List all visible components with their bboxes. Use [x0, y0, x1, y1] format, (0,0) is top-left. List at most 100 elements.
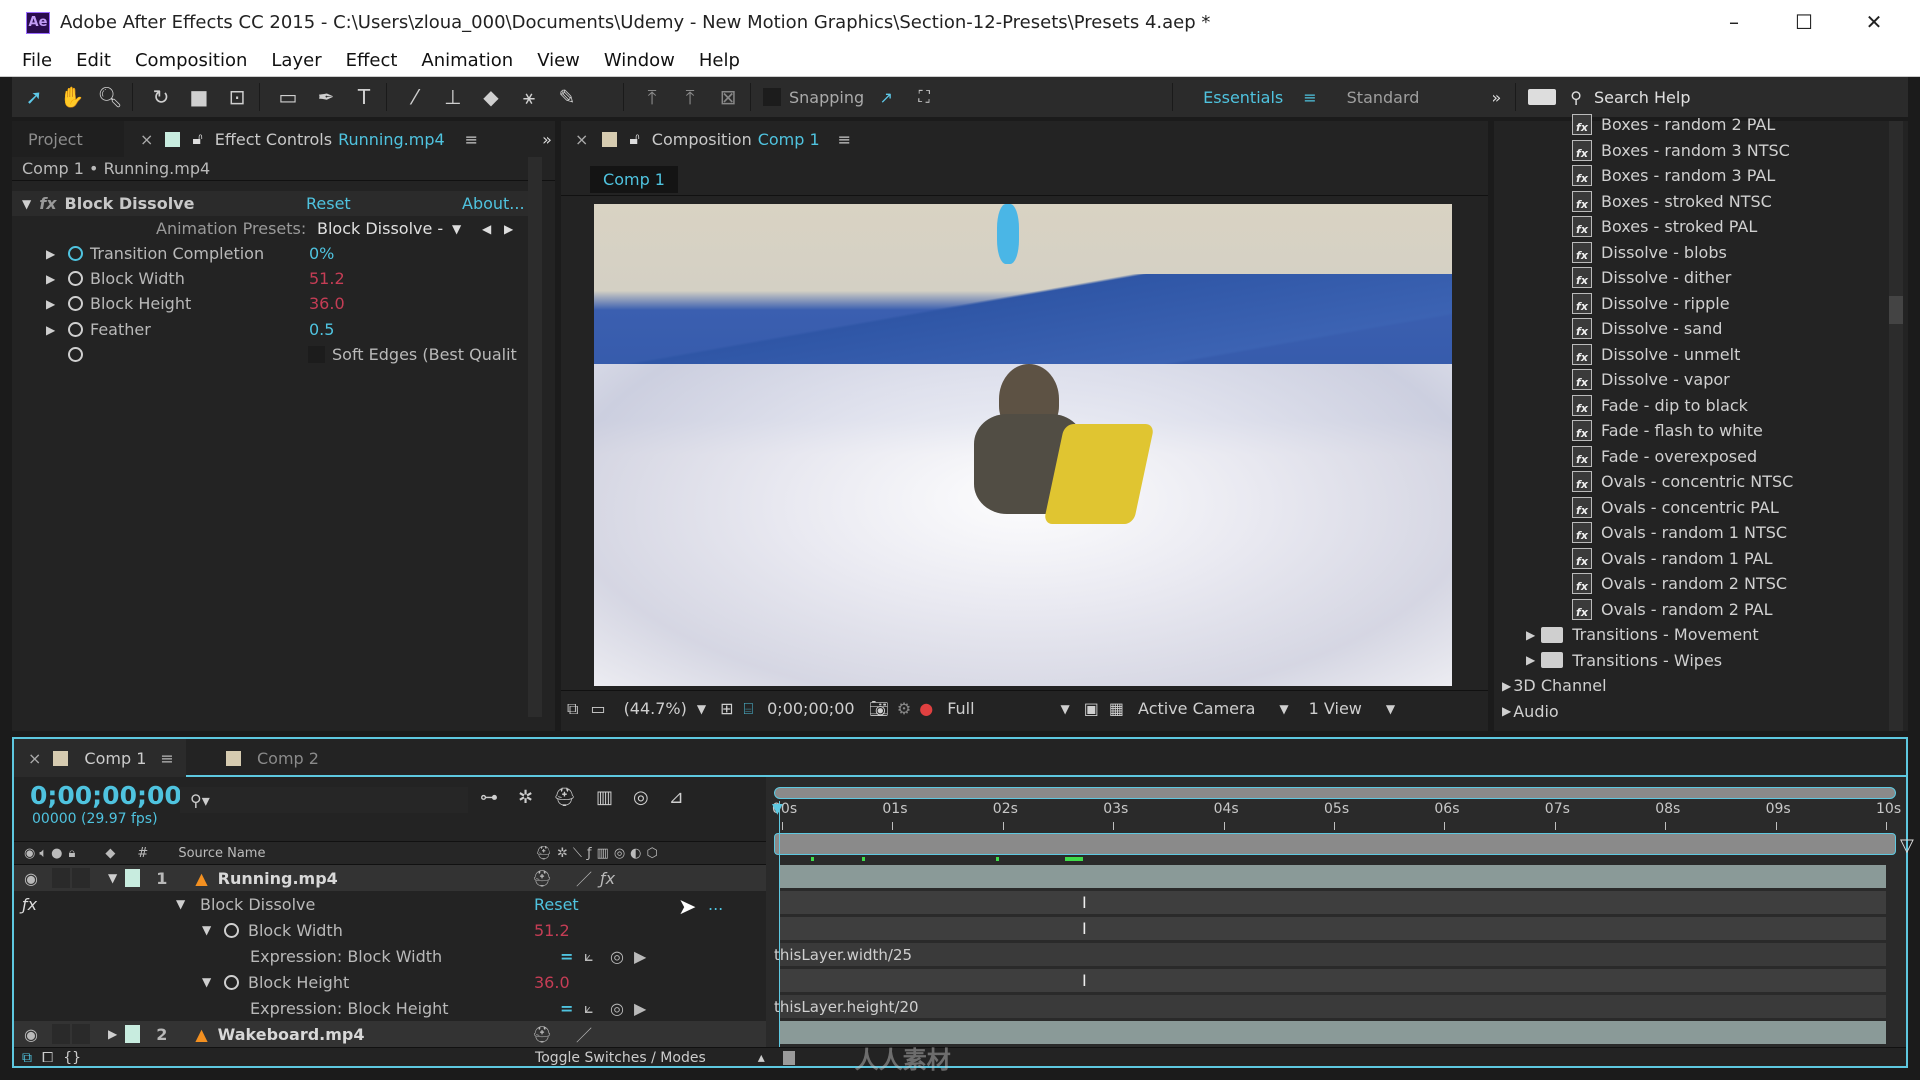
- preset-folder[interactable]: ▶ Transitions - Wipes: [1526, 648, 1722, 673]
- menu-help[interactable]: Help: [699, 50, 740, 71]
- preset-item[interactable]: fx Boxes - stroked NTSC: [1572, 189, 1772, 214]
- expression-text[interactable]: thisLayer.width/25: [774, 946, 912, 964]
- snapshot-icon[interactable]: 📷︎: [869, 699, 889, 718]
- current-timecode[interactable]: 0;00;00;00: [30, 781, 182, 810]
- source-name-header[interactable]: Source Name: [178, 846, 265, 861]
- preset-item[interactable]: fx Boxes - random 3 NTSC: [1572, 138, 1790, 163]
- hand-tool-icon[interactable]: ✋: [56, 81, 88, 113]
- search-help-input[interactable]: Search Help: [1594, 88, 1691, 107]
- effect-category[interactable]: ▶ 3D Channel: [1502, 673, 1607, 698]
- type-tool-icon[interactable]: T: [348, 81, 380, 113]
- playhead-line[interactable]: [779, 801, 780, 1047]
- graph-editor-icon[interactable]: ⊿: [669, 787, 684, 808]
- expression-pickwhip-icon[interactable]: ◎: [610, 947, 624, 966]
- current-time[interactable]: 0;00;00;00: [767, 699, 854, 718]
- channel-icon[interactable]: ●: [919, 699, 933, 718]
- expand-triangle-icon[interactable]: ▶: [46, 272, 55, 286]
- label-color[interactable]: [125, 869, 141, 887]
- monitor-icon[interactable]: ▭: [590, 699, 605, 718]
- fx-icon[interactable]: fx: [39, 194, 56, 213]
- preset-item[interactable]: fx Fade - flash to white: [1572, 418, 1763, 443]
- panel-menu-icon[interactable]: ≡: [838, 130, 851, 149]
- preset-item[interactable]: fx Ovals - concentric PAL: [1572, 495, 1779, 520]
- show-snapshot-icon[interactable]: ⚙: [897, 699, 911, 718]
- preset-item[interactable]: fx Ovals - random 1 NTSC: [1572, 520, 1787, 545]
- preset-item[interactable]: fx Dissolve - blobs: [1572, 240, 1727, 265]
- comp-marker-bin-icon[interactable]: ▽: [1900, 835, 1914, 856]
- shy-switch-icon[interactable]: ⛑: [532, 1025, 552, 1044]
- tab-comp-1[interactable]: × Comp 1 ≡: [14, 739, 186, 777]
- shy-layers-icon[interactable]: ⛑: [553, 787, 576, 808]
- camera-dropdown[interactable]: Active Camera: [1138, 699, 1255, 718]
- view-axis-icon[interactable]: ⊠: [712, 81, 744, 113]
- reset-link[interactable]: Reset: [306, 194, 351, 213]
- expand-triangle-icon[interactable]: ▶: [108, 1027, 117, 1041]
- eye-icon[interactable]: ◉: [24, 869, 38, 888]
- motion-blur-icon[interactable]: ◎: [633, 787, 649, 808]
- expand-triangle-icon[interactable]: ▶: [46, 323, 55, 337]
- expand-triangle-icon[interactable]: ▶: [1502, 704, 1511, 718]
- next-preset-icon[interactable]: ▶: [504, 222, 513, 236]
- zoom-slider-handle[interactable]: [782, 1050, 795, 1065]
- scrollbar-thumb[interactable]: [1889, 296, 1903, 324]
- preset-item[interactable]: fx Fade - overexposed: [1572, 444, 1757, 469]
- preset-item[interactable]: fx Boxes - random 2 PAL: [1572, 112, 1775, 137]
- workspace-standard[interactable]: Standard: [1347, 88, 1420, 107]
- shy-switch-icon[interactable]: ⛑: [532, 869, 552, 888]
- preset-folder[interactable]: ▶ Transitions - Movement: [1526, 622, 1759, 647]
- comp-flowchart-icon[interactable]: ⊶: [480, 787, 498, 808]
- tab-comp-2[interactable]: Comp 2: [226, 739, 319, 777]
- expression-field[interactable]: thisLayer.height/20: [774, 995, 1886, 1019]
- panel-more-icon[interactable]: »: [542, 130, 552, 149]
- layer-name[interactable]: Wakeboard.mp4: [218, 1025, 365, 1044]
- toggle-switches-modes-button[interactable]: Toggle Switches / Modes: [535, 1050, 706, 1066]
- expand-triangle-icon[interactable]: ▶: [1526, 653, 1535, 667]
- always-preview-icon[interactable]: ⧉: [567, 699, 578, 719]
- views-arrow-icon[interactable]: ▼: [1386, 702, 1395, 716]
- expression-graph-icon[interactable]: ⟀: [584, 946, 594, 966]
- solo-header-icon[interactable]: ●: [51, 846, 62, 861]
- expression-text[interactable]: thisLayer.height/20: [774, 998, 919, 1016]
- property-value[interactable]: 36.0: [309, 294, 345, 313]
- workspace-menu-icon[interactable]: ≡: [1303, 88, 1316, 107]
- quality-switch-icon[interactable]: ／: [576, 1022, 592, 1046]
- selection-tool-icon[interactable]: ➚: [18, 81, 50, 113]
- work-area-bar[interactable]: [774, 833, 1896, 855]
- property-value[interactable]: 51.2: [309, 269, 345, 288]
- resolution-arrow-icon[interactable]: ▼: [1061, 702, 1070, 716]
- workspaces-more-icon[interactable]: »: [1491, 88, 1501, 107]
- zoom-out-icon[interactable]: ▴: [758, 1050, 765, 1066]
- snap-edges-icon[interactable]: ↗: [870, 81, 902, 113]
- draft-3d-icon[interactable]: ✲: [518, 787, 533, 808]
- lock-icon[interactable]: 🔓︎: [192, 129, 202, 149]
- menu-file[interactable]: File: [22, 50, 52, 71]
- preset-item[interactable]: fx Ovals - random 1 PAL: [1572, 546, 1772, 571]
- expression-field[interactable]: thisLayer.width/25: [774, 943, 1886, 967]
- comp-navigator-tab[interactable]: Comp 1: [590, 166, 678, 193]
- region-of-interest-icon[interactable]: ▣: [1084, 699, 1099, 718]
- effect-reset-link[interactable]: Reset: [534, 895, 579, 914]
- stopwatch-icon[interactable]: [68, 246, 83, 261]
- layer-duration-bar[interactable]: [780, 865, 1886, 889]
- collapse-triangle-icon[interactable]: ▼: [202, 975, 211, 989]
- preset-item[interactable]: fx Ovals - concentric NTSC: [1572, 469, 1793, 494]
- composition-viewer[interactable]: [594, 204, 1452, 686]
- menu-view[interactable]: View: [537, 50, 580, 71]
- tab-effect-controls[interactable]: Effect Controls: [215, 130, 332, 149]
- mask-visibility-icon[interactable]: ⌸: [744, 699, 754, 719]
- lock-icon[interactable]: 🔓︎: [629, 129, 639, 149]
- expression-enable-icon[interactable]: =: [560, 999, 573, 1018]
- previous-preset-icon[interactable]: ◀: [482, 222, 491, 236]
- tab-composition[interactable]: Composition: [652, 130, 752, 149]
- expand-triangle-icon[interactable]: ▶: [46, 297, 55, 311]
- resolution-dropdown[interactable]: Full: [947, 699, 974, 718]
- quality-switch-icon[interactable]: ／: [576, 866, 592, 890]
- rotation-tool-icon[interactable]: ↻: [145, 81, 177, 113]
- transfer-controls-pane-icon[interactable]: ⧠: [42, 1050, 53, 1066]
- effect-more-link[interactable]: ...: [708, 895, 723, 914]
- stopwatch-icon[interactable]: [68, 271, 83, 286]
- eraser-tool-icon[interactable]: ◆: [475, 81, 507, 113]
- rectangle-tool-icon[interactable]: ▭: [272, 81, 304, 113]
- playhead-handle-icon[interactable]: ▼: [772, 801, 783, 817]
- roto-brush-tool-icon[interactable]: ⚹: [513, 81, 545, 113]
